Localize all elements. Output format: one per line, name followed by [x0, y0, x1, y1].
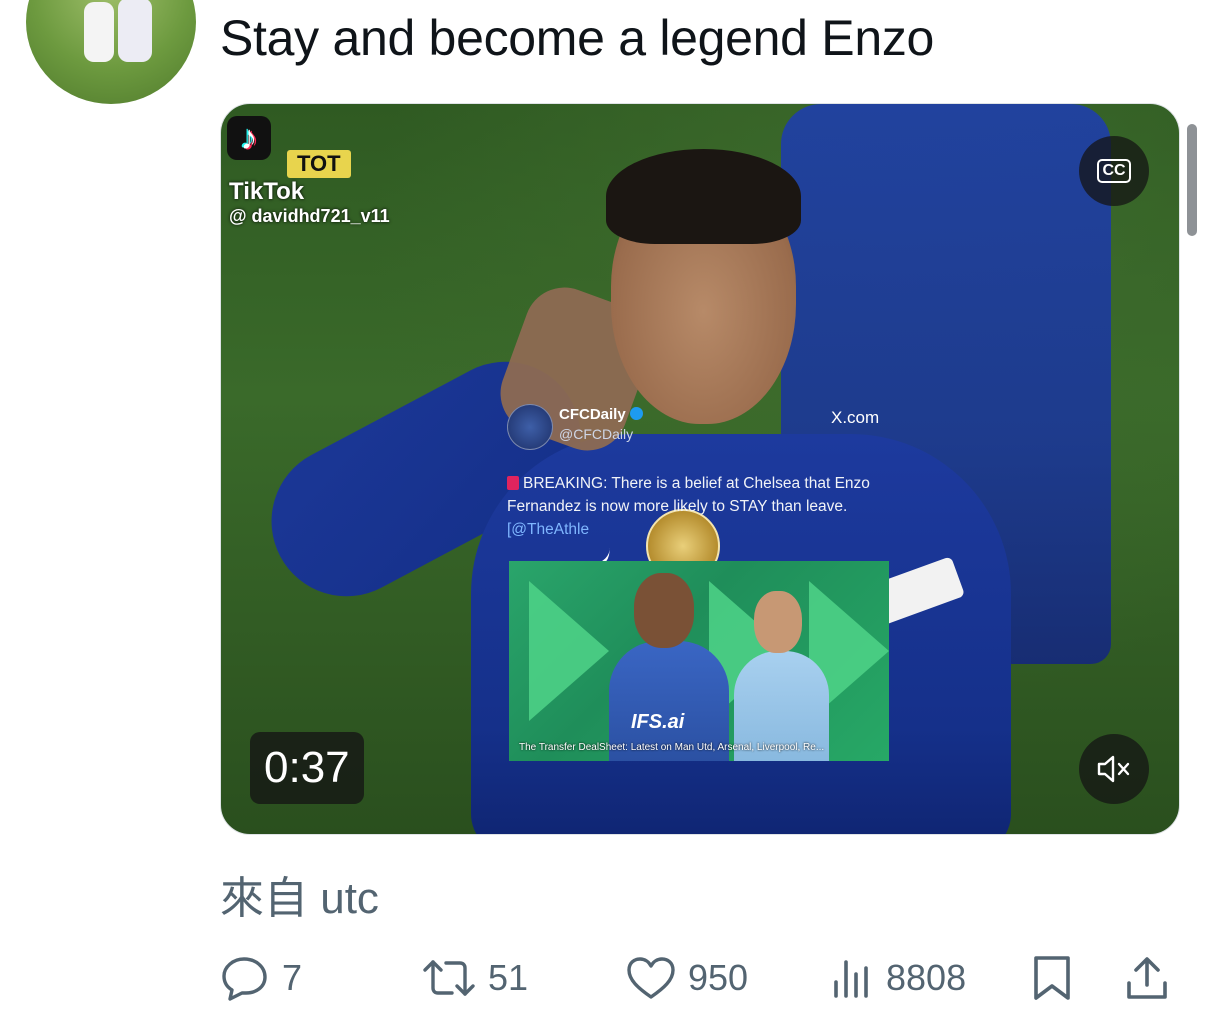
reply-count: 7: [282, 957, 303, 998]
arrow-graphic: [529, 581, 609, 721]
flag-icon: [507, 476, 519, 490]
embedded-avatar: [507, 404, 553, 450]
bookmark-button[interactable]: [1032, 948, 1072, 1008]
embedded-link: [@TheAthle: [507, 521, 590, 538]
video-duration: 0:37: [250, 732, 364, 804]
tiktok-watermark: ♪ TOT TikTok @ davidhd721_v11: [227, 116, 390, 226]
like-count: 950: [688, 957, 749, 998]
scrollbar[interactable]: [1187, 124, 1197, 236]
views-count: 8808: [886, 957, 967, 998]
bookmark-icon: [1034, 956, 1070, 1000]
image-player-head: [634, 573, 694, 648]
retweet-button[interactable]: 51: [422, 948, 528, 1008]
embedded-name: CFCDaily: [559, 406, 643, 423]
image-text: IFS.ai: [631, 711, 685, 733]
player-hair: [606, 149, 801, 244]
mute-button[interactable]: [1079, 734, 1149, 804]
author-avatar[interactable]: [26, 0, 196, 104]
tiktok-icon: ♪: [227, 116, 271, 160]
retweet-count: 51: [488, 957, 529, 998]
share-icon: [1127, 957, 1167, 999]
embedded-text: BREAKING: There is a belief at Chelsea t…: [507, 475, 870, 538]
tweet-actions: 7 51 950 8808: [0, 948, 1206, 1008]
views-icon: [834, 960, 868, 998]
captions-button[interactable]: CC: [1079, 136, 1149, 206]
reply-button[interactable]: 7: [220, 948, 302, 1008]
mute-icon: [1097, 755, 1130, 783]
embedded-handle: @CFCDaily: [559, 426, 634, 442]
embedded-image: IFS.ai The Transfer DealSheet: Latest on…: [509, 561, 889, 761]
verified-icon: [629, 407, 643, 420]
like-icon: [627, 957, 675, 999]
cc-icon: CC: [1097, 159, 1131, 183]
retweet-icon: [423, 960, 475, 996]
embedded-post: CFCDaily @CFCDaily X.com BREAKING: There…: [501, 394, 911, 774]
image-player-head: [754, 591, 802, 653]
share-button[interactable]: [1124, 948, 1170, 1008]
tiktok-handle: @ davidhd721_v11: [229, 206, 390, 226]
avatar-figure: [118, 0, 152, 62]
video-player[interactable]: ♪ TOT TikTok @ davidhd721_v11 CC CFCDail…: [220, 103, 1180, 835]
tot-badge: TOT: [287, 150, 351, 178]
reply-icon: [222, 957, 267, 1001]
tiktok-label: TikTok: [229, 178, 305, 205]
like-button[interactable]: 950: [626, 948, 748, 1008]
views-button[interactable]: 8808: [830, 948, 966, 1008]
embedded-site: X.com: [831, 408, 880, 427]
image-caption: The Transfer DealSheet: Latest on Man Ut…: [519, 742, 825, 753]
tweet-source: 來自 utc: [220, 874, 379, 923]
tweet-text: Stay and become a legend Enzo: [220, 10, 935, 66]
avatar-figure: [84, 2, 114, 62]
